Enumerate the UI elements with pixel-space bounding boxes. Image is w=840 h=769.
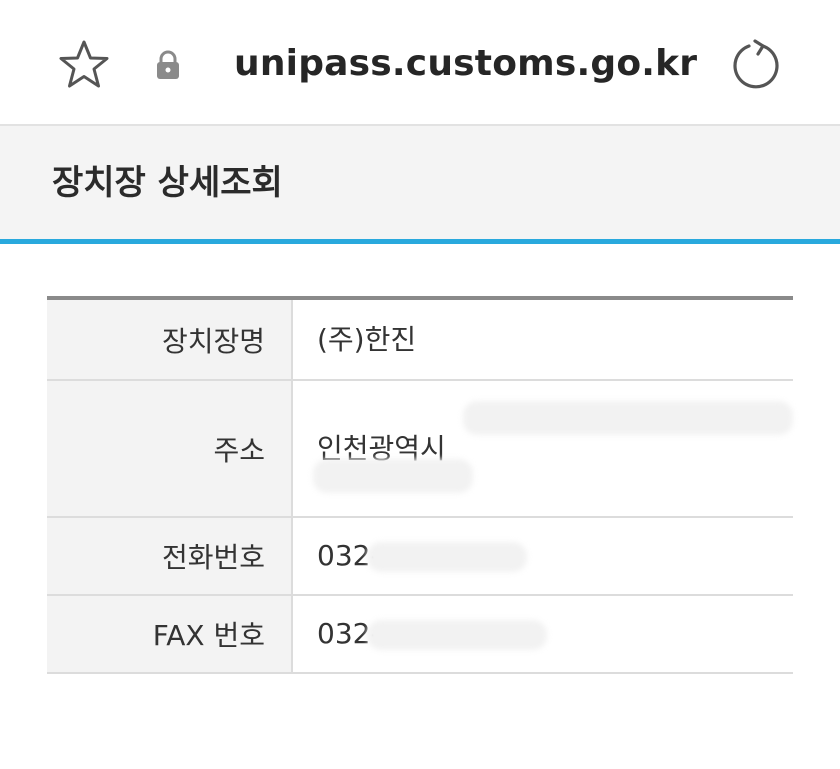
table-row: 전화번호 032- [47,517,793,596]
table-row: 주소 인천광역시 [47,380,793,518]
star-icon[interactable] [56,38,112,92]
fax-value: 032- [292,595,793,674]
lock-icon [157,50,179,79]
redaction-mark [367,542,527,572]
redaction-mark [313,459,473,493]
browser-address-bar: unipass.customs.go.kr [0,0,840,124]
page-title: 장치장 상세조회 [52,163,283,203]
row-label: 전화번호 [47,517,293,596]
page-header: 장치장 상세조회 [0,124,840,239]
url-text[interactable]: unipass.customs.go.kr [234,38,697,90]
row-label: FAX 번호 [47,595,293,674]
header-accent-line [0,239,840,244]
redaction-mark [367,620,547,650]
table-row: 장치장명 (주)한진 [47,298,793,381]
reload-icon[interactable] [728,38,784,92]
row-label: 주소 [47,380,293,518]
table-row: FAX 번호 032- [47,595,793,674]
facility-detail-table: 장치장명 (주)한진 주소 인천광역시 전화번호 032- FAX 번호 032… [47,296,793,674]
row-label: 장치장명 [47,298,293,381]
facility-name-value: (주)한진 [292,298,793,381]
address-value: 인천광역시 [292,380,793,518]
redaction-mark [463,401,793,435]
phone-value: 032- [292,517,793,596]
